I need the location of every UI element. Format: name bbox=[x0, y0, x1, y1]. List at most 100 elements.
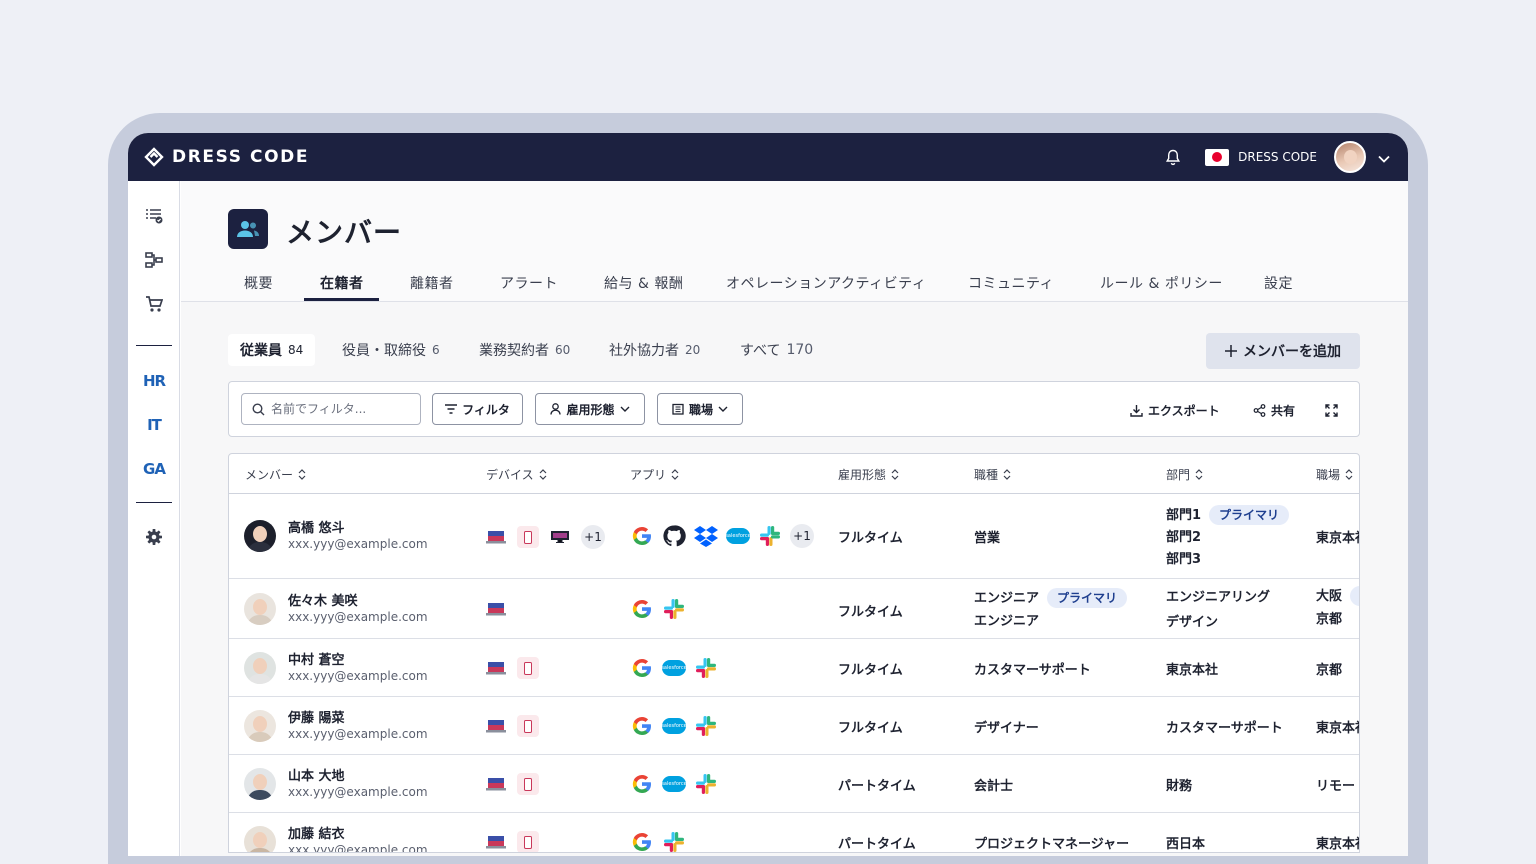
more-devices-badge[interactable]: +1 bbox=[581, 525, 605, 549]
slack-icon[interactable] bbox=[694, 714, 718, 738]
phone-icon[interactable] bbox=[517, 657, 539, 679]
cart-icon[interactable] bbox=[142, 292, 166, 316]
phone-icon[interactable] bbox=[517, 831, 539, 852]
tab-alerts[interactable]: アラート bbox=[500, 273, 558, 301]
member-name[interactable]: 加藤 結衣 bbox=[288, 827, 428, 843]
search-box[interactable] bbox=[241, 393, 421, 425]
column-header-employment[interactable]: 雇用形態 bbox=[838, 454, 899, 494]
fullscreen-icon[interactable] bbox=[1325, 401, 1338, 419]
top-bar: DRESS CODE DRESS CODE bbox=[128, 133, 1408, 181]
member-name[interactable]: 高橋 悠斗 bbox=[288, 521, 428, 537]
laptop-icon[interactable] bbox=[486, 661, 506, 675]
member-name[interactable]: 伊藤 陽菜 bbox=[288, 711, 428, 727]
google-icon[interactable] bbox=[630, 830, 654, 852]
user-avatar[interactable] bbox=[1334, 141, 1366, 173]
member-cell: 中村 蒼空 xxx.yyy@example.com bbox=[244, 652, 428, 684]
slack-icon[interactable] bbox=[694, 772, 718, 796]
share-button[interactable]: 共有 bbox=[1253, 401, 1295, 419]
column-header-device[interactable]: デバイス bbox=[486, 454, 547, 494]
tab-overview[interactable]: 概要 bbox=[244, 273, 273, 301]
laptop-icon[interactable] bbox=[486, 835, 506, 849]
tab-former-members[interactable]: 離籍者 bbox=[410, 273, 454, 301]
salesforce-icon[interactable]: salesforce bbox=[725, 524, 751, 548]
tab-operation-activity[interactable]: オペレーションアクティビティ bbox=[726, 273, 926, 301]
laptop-icon[interactable] bbox=[486, 530, 506, 544]
org-chart-icon[interactable] bbox=[142, 248, 166, 272]
sidebar-item-hr[interactable]: HR bbox=[142, 369, 166, 393]
column-header-app[interactable]: アプリ bbox=[630, 454, 679, 494]
google-icon[interactable] bbox=[630, 714, 654, 738]
column-header-department[interactable]: 部門 bbox=[1166, 454, 1203, 494]
member-name[interactable]: 佐々木 美咲 bbox=[288, 594, 428, 610]
chip-contractors[interactable]: 業務契約者 60 bbox=[479, 334, 570, 366]
google-icon[interactable] bbox=[630, 656, 654, 680]
chevron-down-icon[interactable] bbox=[1378, 148, 1390, 167]
export-button[interactable]: エクスポート bbox=[1130, 401, 1220, 419]
laptop-icon[interactable] bbox=[486, 777, 506, 791]
chip-all[interactable]: すべて 170 bbox=[740, 334, 813, 366]
tab-rules-policies[interactable]: ルール & ポリシー bbox=[1100, 273, 1223, 301]
gear-icon[interactable] bbox=[142, 525, 166, 549]
phone-icon[interactable] bbox=[517, 715, 539, 737]
chip-count: 170 bbox=[786, 342, 814, 358]
avatar bbox=[244, 593, 276, 625]
table-row[interactable]: 中村 蒼空 xxx.yyy@example.com salesforce フルタイ… bbox=[229, 639, 1359, 697]
tab-settings[interactable]: 設定 bbox=[1264, 273, 1293, 301]
member-cell: 高橋 悠斗 xxx.yyy@example.com bbox=[244, 520, 428, 552]
page-header: メンバー 概要 在籍者 離籍者 アラート 給与 & 報酬 オペレーションアクティ… bbox=[181, 181, 1408, 302]
table-row[interactable]: 高橋 悠斗 xxx.yyy@example.com +1 salesforce +… bbox=[229, 494, 1359, 579]
add-member-button[interactable]: メンバーを追加 bbox=[1206, 333, 1360, 369]
column-header-job[interactable]: 職種 bbox=[974, 454, 1011, 494]
chip-external-partners[interactable]: 社外協力者 20 bbox=[609, 334, 700, 366]
slack-icon[interactable] bbox=[758, 524, 782, 548]
table-row[interactable]: 山本 大地 xxx.yyy@example.com salesforce パートタ… bbox=[229, 755, 1359, 813]
tab-community[interactable]: コミュニティ bbox=[968, 273, 1054, 301]
monitor-icon[interactable] bbox=[550, 530, 570, 544]
search-input[interactable] bbox=[271, 402, 411, 416]
employment-cell: パートタイム bbox=[838, 779, 916, 794]
brand-logo[interactable]: DRESS CODE bbox=[144, 147, 309, 167]
workplace-cell: 京都 bbox=[1316, 663, 1343, 678]
chip-executives[interactable]: 役員・取締役 6 bbox=[342, 334, 440, 366]
laptop-icon[interactable] bbox=[486, 719, 506, 733]
github-icon[interactable] bbox=[662, 524, 686, 548]
salesforce-icon[interactable]: salesforce bbox=[661, 772, 687, 796]
department-cell: エンジニアリング デザイン bbox=[1166, 585, 1270, 635]
member-name[interactable]: 山本 大地 bbox=[288, 769, 428, 785]
tab-payroll[interactable]: 給与 & 報酬 bbox=[604, 273, 683, 301]
more-apps-badge[interactable]: +1 bbox=[790, 524, 814, 548]
table-row[interactable]: 伊藤 陽菜 xxx.yyy@example.com salesforce フルタイ… bbox=[229, 697, 1359, 755]
table-row[interactable]: 佐々木 美咲 xxx.yyy@example.com フルタイム エンジニア プライ… bbox=[229, 579, 1359, 639]
slack-icon[interactable] bbox=[662, 830, 686, 852]
bell-icon[interactable] bbox=[1163, 147, 1183, 167]
workplace-dropdown[interactable]: 職場 bbox=[657, 393, 743, 425]
sidebar-item-ga[interactable]: GA bbox=[142, 457, 166, 481]
filter-button[interactable]: フィルタ bbox=[432, 393, 523, 425]
google-icon[interactable] bbox=[630, 597, 654, 621]
employment-type-dropdown[interactable]: 雇用形態 bbox=[535, 393, 645, 425]
phone-icon[interactable] bbox=[517, 773, 539, 795]
slack-icon[interactable] bbox=[694, 656, 718, 680]
table-row[interactable]: 加藤 結衣 xxx.yyy@example.com パートタイム プロジェクトマネ… bbox=[229, 813, 1359, 852]
checklist-icon[interactable] bbox=[142, 204, 166, 228]
chip-employees[interactable]: 従業員 84 bbox=[228, 334, 316, 366]
sort-icon bbox=[671, 468, 679, 480]
salesforce-icon[interactable]: salesforce bbox=[661, 714, 687, 738]
tab-current-members[interactable]: 在籍者 bbox=[320, 273, 364, 301]
phone-icon[interactable] bbox=[517, 526, 539, 548]
google-icon[interactable] bbox=[630, 772, 654, 796]
dropbox-icon[interactable] bbox=[694, 524, 718, 548]
laptop-icon[interactable] bbox=[486, 602, 506, 616]
app-window: DRESS CODE DRESS CODE HR IT GA メンバー 概要 在… bbox=[128, 133, 1408, 856]
sidebar-item-it[interactable]: IT bbox=[142, 413, 166, 437]
salesforce-icon[interactable]: salesforce bbox=[661, 656, 687, 680]
column-header-workplace[interactable]: 職場 bbox=[1316, 454, 1353, 494]
slack-icon[interactable] bbox=[662, 597, 686, 621]
column-header-member[interactable]: メンバー bbox=[245, 454, 306, 494]
member-name[interactable]: 中村 蒼空 bbox=[288, 653, 428, 669]
chip-label: すべて bbox=[740, 343, 781, 359]
department-cell: 東京本社 bbox=[1166, 663, 1219, 678]
department-value: 部門1 bbox=[1166, 508, 1202, 523]
org-name[interactable]: DRESS CODE bbox=[1238, 150, 1317, 164]
google-icon[interactable] bbox=[630, 524, 654, 548]
